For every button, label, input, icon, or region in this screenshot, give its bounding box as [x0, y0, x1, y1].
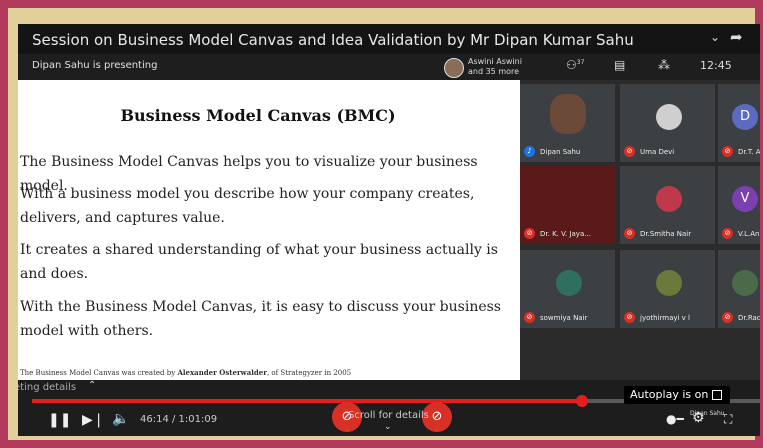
- presentation-slide: Business Model Canvas (BMC) The Business…: [18, 80, 520, 380]
- mic-off-icon: ⊘: [722, 228, 733, 239]
- avatar: [556, 270, 582, 296]
- avatar: V: [732, 186, 758, 212]
- participant-name: jyothirmayi v l: [640, 314, 690, 322]
- participant-name: Dr.Smitha Nair: [640, 230, 692, 238]
- participant-name: Dr.T. A: [738, 148, 760, 156]
- people-icon[interactable]: ⚇37: [566, 58, 584, 72]
- share-icon[interactable]: ➦: [730, 28, 743, 46]
- mic-off-icon: ⊘: [722, 146, 733, 157]
- chat-icon[interactable]: ▤: [614, 58, 625, 72]
- participant-tile[interactable]: ♪ Dipan Sahu: [520, 84, 615, 162]
- progress-fill: [32, 399, 582, 403]
- avatar: [550, 94, 586, 134]
- scrubber-handle[interactable]: [575, 395, 588, 407]
- avatar: [656, 104, 682, 130]
- mic-on-icon: ♪: [524, 146, 535, 157]
- mic-off-icon: ⊘: [624, 312, 635, 323]
- autoplay-tooltip: Autoplay is on: [624, 386, 730, 404]
- avatar: [732, 270, 758, 296]
- clock: 12:45: [700, 59, 732, 72]
- participant-name: V.L.An: [738, 230, 760, 238]
- chevron-down-icon[interactable]: ⌄: [384, 422, 392, 432]
- participant-tile[interactable]: ⊘ Uma Devi: [620, 84, 715, 162]
- mic-off-icon: ⊘: [524, 312, 535, 323]
- autoplay-toggle-icon: [712, 390, 723, 400]
- avatar: [656, 270, 682, 296]
- presenter-name-small: Dipan Sahu: [690, 410, 725, 417]
- participant-tile[interactable]: ⊘ jyothirmayi v l: [620, 250, 715, 328]
- chevron-down-icon[interactable]: ⌄: [710, 30, 720, 44]
- outer-frame: Session on Business Model Canvas and Ide…: [0, 0, 763, 448]
- slide-footnote: The Business Model Canvas was created by…: [20, 368, 351, 377]
- participant-name: sowmiya Nair: [540, 314, 588, 322]
- video-title[interactable]: Session on Business Model Canvas and Ide…: [32, 31, 634, 49]
- video-player[interactable]: Session on Business Model Canvas and Ide…: [18, 24, 760, 436]
- participant-tile[interactable]: ⊘ Dr.Rad: [718, 250, 760, 328]
- autoplay-label: Autoplay is on: [630, 388, 709, 401]
- volume-icon[interactable]: 🔈: [112, 411, 129, 427]
- viewers-line-1: Aswini Aswini: [468, 57, 522, 66]
- footnote-author: Alexander Osterwalder: [177, 368, 267, 377]
- pause-icon[interactable]: ❚❚: [48, 412, 71, 428]
- slide-paragraph: It creates a shared understanding of wha…: [20, 242, 498, 282]
- participant-grid: ♪ Dipan Sahu ⊘ Uma Devi D ⊘ Dr.T. A ⊘ Dr…: [520, 80, 760, 380]
- meet-presenting-bar: Dipan Sahu is presenting Aswini Aswini a…: [18, 54, 760, 80]
- participant-tile[interactable]: V ⊘ V.L.An: [718, 166, 760, 244]
- participant-name: Uma Devi: [640, 148, 675, 156]
- fullscreen-icon[interactable]: ⛶: [724, 412, 732, 427]
- mic-off-icon: ⊘: [624, 146, 635, 157]
- participant-tile[interactable]: ⊘ Dr.Smitha Nair: [620, 166, 715, 244]
- footnote-text-end: , of Strategyzer in 2005: [266, 369, 352, 377]
- viewers-text: Aswini Aswini and 35 more: [468, 57, 522, 77]
- activities-icon[interactable]: ⁂: [658, 58, 670, 72]
- mic-off-icon: ⊘: [722, 312, 733, 323]
- participant-name: Dipan Sahu: [540, 148, 581, 156]
- avatar: [656, 186, 682, 212]
- footnote-text: The Business Model Canvas was created by: [20, 369, 178, 377]
- time-display: 46:14 / 1:01:09: [140, 414, 218, 425]
- participant-tile[interactable]: ⊘ Dr. K. V. Jaya...: [520, 166, 615, 244]
- viewers-line-2: and 35 more: [468, 67, 520, 76]
- mic-off-icon: ⊘: [624, 228, 635, 239]
- player-controls-bar: eting details ⌃ ⊘ ⊘ ❚❚ ▶❘ 🔈 46:14 / 1:01…: [18, 380, 760, 436]
- presenting-label: Dipan Sahu is presenting: [32, 60, 158, 71]
- autoplay-toggle[interactable]: ●━: [666, 412, 684, 426]
- participant-name: Dr.Rad: [738, 314, 760, 322]
- scroll-for-details-hint[interactable]: Scroll for details: [348, 410, 429, 421]
- next-icon[interactable]: ▶❘: [82, 412, 105, 428]
- viewers-chip[interactable]: Aswini Aswini and 35 more: [444, 56, 554, 78]
- avatar: [444, 58, 464, 78]
- slide-title: Business Model Canvas (BMC): [120, 106, 396, 125]
- meeting-details-label[interactable]: eting details: [18, 382, 76, 393]
- slide-paragraph: With a business model you describe how y…: [20, 186, 475, 226]
- slide-paragraph: With the Business Model Canvas, it is ea…: [20, 299, 501, 339]
- chevron-up-icon[interactable]: ⌃: [88, 380, 96, 391]
- participant-tile[interactable]: ⊘ sowmiya Nair: [520, 250, 615, 328]
- participant-name: Dr. K. V. Jaya...: [540, 230, 591, 238]
- avatar: D: [732, 104, 758, 130]
- mic-off-icon: ⊘: [524, 228, 535, 239]
- participant-tile[interactable]: D ⊘ Dr.T. A: [718, 84, 760, 162]
- people-count: 37: [576, 59, 585, 66]
